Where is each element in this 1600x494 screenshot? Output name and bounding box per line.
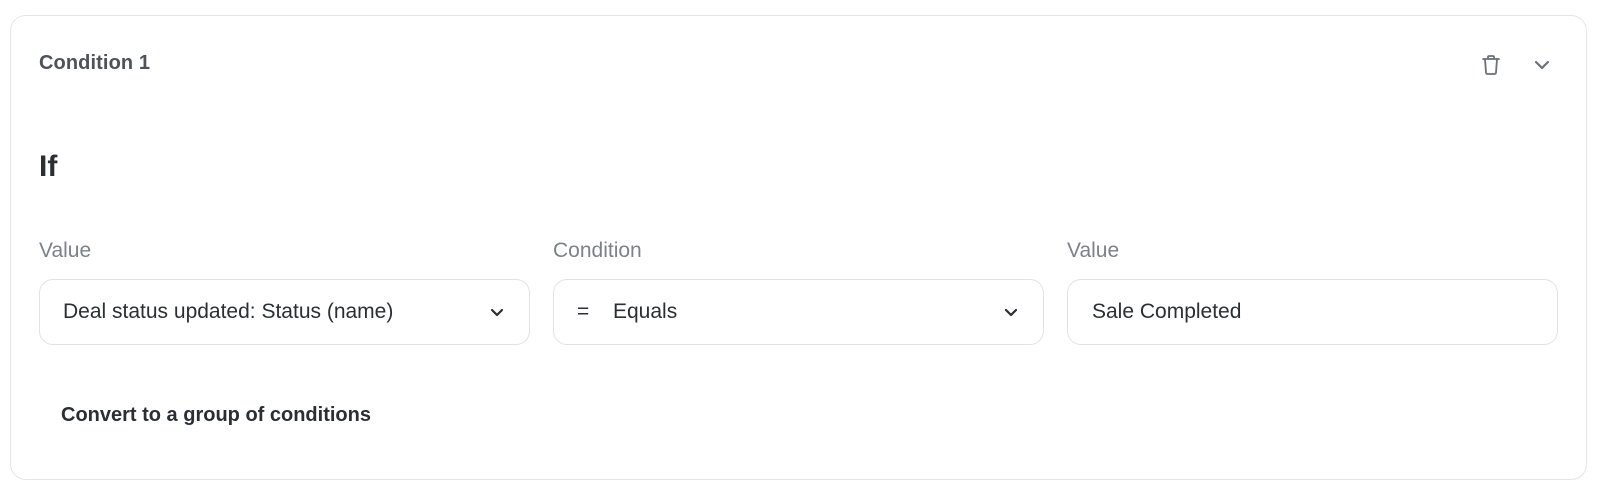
operator-selected: Equals [613,300,678,323]
chevron-down-icon [1001,302,1021,322]
condition-title: Condition 1 [39,52,151,74]
left-value-label: Value [39,239,92,262]
right-value-input[interactable]: Sale Completed [1067,279,1558,345]
right-value-label: Value [1067,239,1120,262]
operator-label: Condition [553,239,642,262]
if-heading: If [39,150,58,183]
chevron-down-icon [487,302,507,322]
operator-select[interactable]: = Equals [553,279,1044,345]
right-value-field: Value Sale Completed [1067,238,1558,345]
right-value-text: Sale Completed [1092,300,1242,323]
left-value-select[interactable]: Deal status updated: Status (name) [39,279,530,345]
operator-field: Condition = Equals [553,238,1044,345]
convert-to-group-link[interactable]: Convert to a group of conditions [61,404,371,427]
chevron-down-icon [1534,60,1550,70]
trash-icon [1481,54,1501,76]
left-value-field: Value Deal status updated: Status (name) [39,238,530,345]
left-value-selected: Deal status updated: Status (name) [63,300,394,323]
delete-condition-button[interactable] [1476,50,1506,80]
equals-symbol: = [577,300,590,323]
condition-card: Condition 1 If Value Deal status updated… [10,15,1587,480]
collapse-condition-button[interactable] [1527,50,1557,80]
